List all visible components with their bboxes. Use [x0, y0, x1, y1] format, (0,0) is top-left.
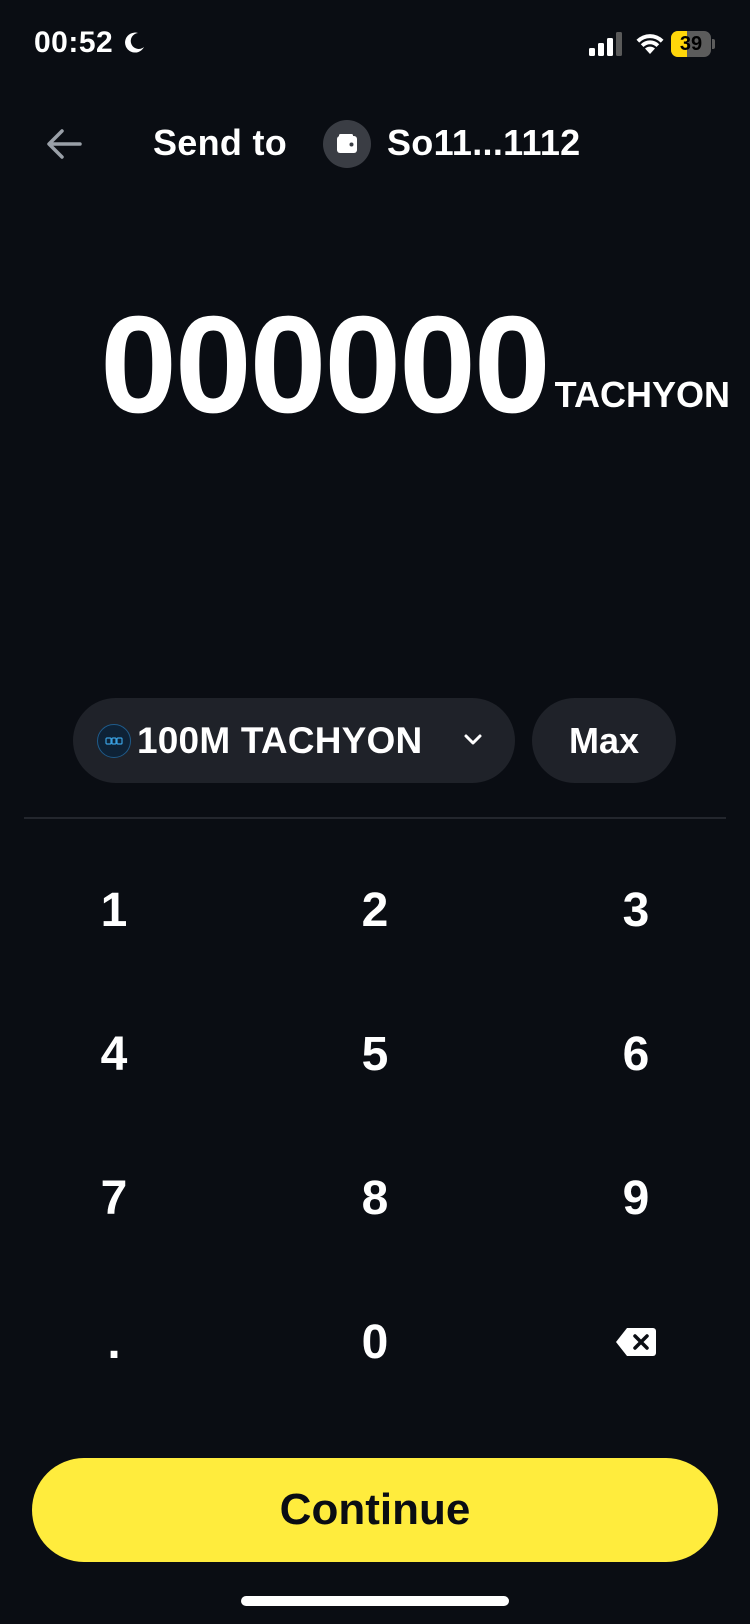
backspace-icon — [616, 1328, 656, 1356]
battery-level: 39 — [679, 33, 703, 55]
signal-icon — [589, 32, 622, 56]
token-logo-mark — [105, 737, 123, 745]
divider — [24, 817, 726, 819]
key-5[interactable]: 5 — [265, 994, 485, 1114]
home-indicator — [241, 1596, 509, 1606]
amount-display: 000000 TACHYON — [24, 290, 730, 430]
battery-body: 39 — [671, 31, 711, 57]
chevron-down-icon — [464, 734, 482, 745]
key-7[interactable]: 7 — [4, 1138, 224, 1258]
header: Send to So11...1112 — [0, 100, 750, 190]
key-3[interactable]: 3 — [526, 850, 746, 970]
token-label: 100M TACHYON — [137, 720, 423, 761]
wallet-avatar — [323, 120, 371, 168]
key-6[interactable]: 6 — [526, 994, 746, 1114]
token-logo-icon — [97, 724, 131, 758]
amount-unit: TACHYON — [554, 374, 730, 415]
key-1[interactable]: 1 — [4, 850, 224, 970]
key-decimal[interactable]: . — [4, 1282, 224, 1402]
arrow-left-icon — [47, 129, 82, 159]
moon-icon — [125, 32, 145, 53]
battery-tip — [712, 39, 715, 49]
battery-indicator: 39 — [671, 31, 715, 57]
key-4[interactable]: 4 — [4, 994, 224, 1114]
key-9[interactable]: 9 — [526, 1138, 746, 1258]
key-8[interactable]: 8 — [265, 1138, 485, 1258]
header-title: Send to — [153, 122, 288, 163]
recipient-address[interactable]: So11...1112 — [387, 122, 580, 164]
amount-row: 000000 TACHYON — [100, 290, 730, 430]
key-0[interactable]: 0 — [265, 1282, 485, 1402]
continue-button[interactable]: Continue — [32, 1458, 718, 1562]
backspace-key[interactable] — [526, 1282, 746, 1402]
amount-value: 000000 — [100, 290, 550, 430]
wifi-icon — [636, 34, 664, 54]
token-selector[interactable]: 100M TACHYON — [73, 698, 515, 783]
status-time-group: 00:52 — [34, 26, 147, 60]
status-time: 00:52 — [34, 26, 114, 59]
wallet-icon — [337, 134, 357, 153]
status-bar: 00:52 39 — [0, 0, 750, 92]
key-2[interactable]: 2 — [265, 850, 485, 970]
keypad: 1 2 3 4 5 6 7 8 9 . 0 — [0, 850, 750, 1430]
max-button[interactable]: Max — [532, 698, 676, 783]
back-button[interactable] — [34, 114, 94, 174]
